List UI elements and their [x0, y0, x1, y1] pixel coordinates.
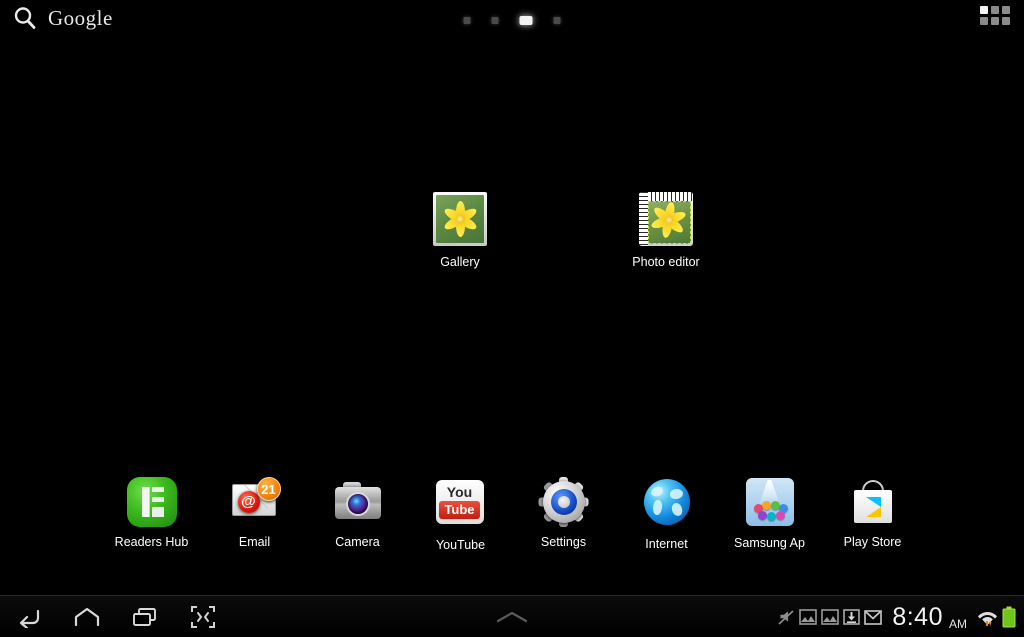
page-dot-2[interactable] — [491, 17, 499, 24]
apps-cell — [991, 17, 999, 25]
apps-cell — [980, 6, 988, 14]
email-icon: @ 21 — [230, 477, 281, 527]
google-search-widget[interactable]: Google — [12, 5, 113, 31]
screenshot-icon-1[interactable] — [799, 609, 818, 625]
internet-globe-icon — [642, 479, 692, 529]
camera-icon — [333, 477, 383, 527]
desktop-icon-photo-editor[interactable]: Photo editor — [611, 192, 721, 269]
wifi-icon[interactable] — [977, 608, 998, 627]
dock: Readers Hub @ 21 Email Camera You Tube Y… — [0, 477, 1024, 573]
apps-cell — [1002, 17, 1010, 25]
gallery-icon — [433, 192, 487, 246]
sound-off-icon[interactable] — [777, 608, 795, 626]
apps-cell — [980, 17, 988, 25]
page-indicator — [463, 16, 561, 25]
dock-app-label: Settings — [540, 535, 587, 549]
recent-apps-icon[interactable] — [130, 602, 160, 632]
dock-app-label: YouTube — [435, 538, 486, 552]
dock-app-internet[interactable]: Internet — [615, 477, 718, 551]
screen-capture-icon[interactable] — [188, 602, 218, 632]
photo-editor-icon — [639, 192, 693, 246]
dock-app-camera[interactable]: Camera — [306, 477, 409, 549]
dock-app-email[interactable]: @ 21 Email — [203, 477, 306, 549]
nav-button-group — [14, 596, 218, 637]
download-icon[interactable] — [843, 609, 861, 625]
apps-cell — [1002, 6, 1010, 14]
dock-app-label: Internet — [645, 537, 688, 551]
chevron-up-icon[interactable] — [492, 596, 532, 637]
youtube-tube-text: Tube — [439, 501, 480, 519]
system-navigation-bar: 8:40 AM — [0, 595, 1024, 637]
page-dot-4[interactable] — [553, 17, 561, 24]
status-bar[interactable]: 8:40 AM — [777, 596, 1016, 637]
email-unread-badge: 21 — [256, 477, 281, 501]
dock-app-label: Samsung Ap — [734, 536, 805, 550]
dock-app-settings[interactable]: Settings — [512, 477, 615, 549]
youtube-icon: You Tube — [435, 480, 486, 530]
apps-grid-icon[interactable] — [980, 6, 1010, 25]
status-clock[interactable]: 8:40 — [892, 604, 943, 630]
desktop-area: Gallery Photo editor — [0, 42, 1024, 490]
youtube-you-text: You — [446, 484, 473, 500]
dock-app-readers-hub[interactable]: Readers Hub — [100, 477, 203, 549]
search-icon — [12, 5, 38, 31]
dock-app-label: Email — [238, 535, 271, 549]
battery-full-icon[interactable] — [1002, 606, 1016, 628]
samsung-apps-icon — [745, 478, 795, 528]
google-search-label: Google — [48, 5, 113, 30]
dock-app-label: Play Store — [843, 535, 902, 549]
page-dot-1[interactable] — [463, 17, 471, 24]
home-screen: Google Gallery Photo editor Readers Hub … — [0, 0, 1024, 637]
screenshot-icon-2[interactable] — [821, 609, 840, 625]
settings-gear-icon — [538, 477, 589, 527]
desktop-icon-label: Gallery — [440, 255, 480, 269]
dock-app-play-store[interactable]: Play Store — [821, 477, 924, 549]
status-meridiem: AM — [949, 617, 967, 631]
readers-hub-icon — [126, 477, 177, 527]
apps-cell — [991, 6, 999, 14]
dock-app-label: Readers Hub — [114, 535, 189, 549]
back-arrow-icon[interactable] — [14, 602, 44, 632]
dock-app-label: Camera — [335, 535, 380, 549]
play-store-icon — [848, 477, 898, 527]
home-icon[interactable] — [72, 602, 102, 632]
dock-app-youtube[interactable]: You Tube YouTube — [409, 477, 512, 552]
desktop-icon-label: Photo editor — [632, 255, 700, 269]
page-dot-3-active[interactable] — [519, 16, 533, 25]
dock-app-samsung-apps[interactable]: Samsung Ap — [718, 477, 821, 550]
top-bar: Google — [0, 0, 1024, 42]
mail-icon[interactable] — [864, 609, 883, 625]
desktop-icon-gallery[interactable]: Gallery — [405, 192, 515, 269]
